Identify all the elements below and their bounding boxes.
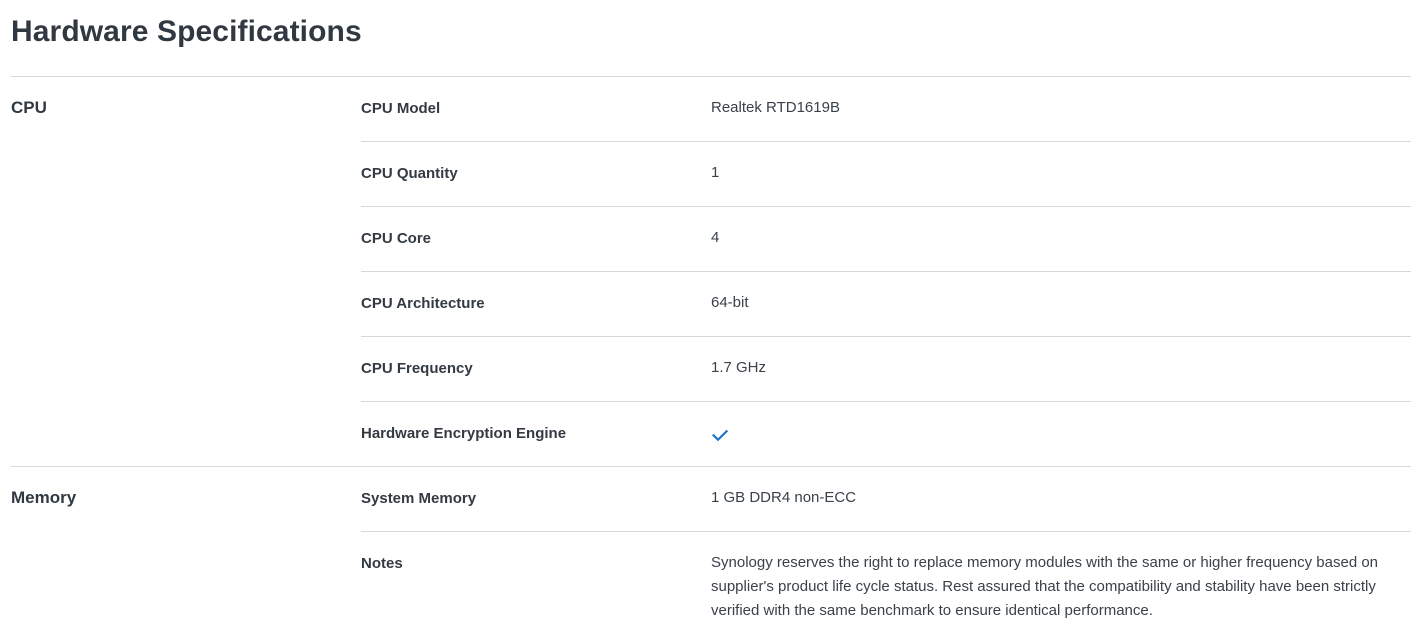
cpu-spec-rows: CPU Model Realtek RTD1619B CPU Quantity …	[361, 77, 1411, 467]
notes-text: Synology reserves the right to replace m…	[711, 554, 1379, 619]
spec-row-cpu-model: CPU Model Realtek RTD1619B	[361, 77, 1411, 142]
section-title-memory: Memory	[11, 488, 77, 507]
spec-label: CPU Quantity	[361, 165, 458, 182]
hardware-specifications-page: Hardware Specifications CPU CPU Model Re…	[0, 0, 1420, 643]
spec-label: Notes	[361, 555, 403, 572]
spec-value: 1 GB DDR4 non-ECC	[711, 489, 857, 506]
page-title: Hardware Specifications	[11, 15, 362, 48]
spec-row-notes: Notes Synology reserves the right to rep…	[361, 532, 1411, 642]
spec-label: CPU Core	[361, 230, 432, 247]
spec-row-cpu-core: CPU Core 4	[361, 207, 1411, 272]
spec-row-cpu-frequency: CPU Frequency 1.7 GHz	[361, 337, 1411, 402]
spec-row-hardware-encryption-engine: Hardware Encryption Engine	[361, 402, 1411, 467]
spec-row-cpu-architecture: CPU Architecture 64-bit	[361, 272, 1411, 337]
check-icon	[712, 429, 729, 442]
spec-label: CPU Frequency	[361, 360, 473, 377]
spec-value: 1	[711, 164, 720, 181]
memory-spec-rows: System Memory 1 GB DDR4 non-ECC Notes Sy…	[361, 467, 1411, 642]
section-title-cpu: CPU	[11, 98, 47, 117]
spec-row-system-memory: System Memory 1 GB DDR4 non-ECC	[361, 467, 1411, 532]
spec-label: CPU Architecture	[361, 295, 485, 312]
spec-label: Hardware Encryption Engine	[361, 425, 567, 442]
spec-label: CPU Model	[361, 100, 441, 117]
spec-value: Realtek RTD1619B	[711, 99, 840, 116]
spec-value: 4	[711, 229, 720, 246]
spec-value: 64-bit	[711, 294, 749, 311]
spec-label: System Memory	[361, 490, 477, 507]
spec-value: 1.7 GHz	[711, 359, 767, 376]
spec-row-cpu-quantity: CPU Quantity 1	[361, 142, 1411, 207]
